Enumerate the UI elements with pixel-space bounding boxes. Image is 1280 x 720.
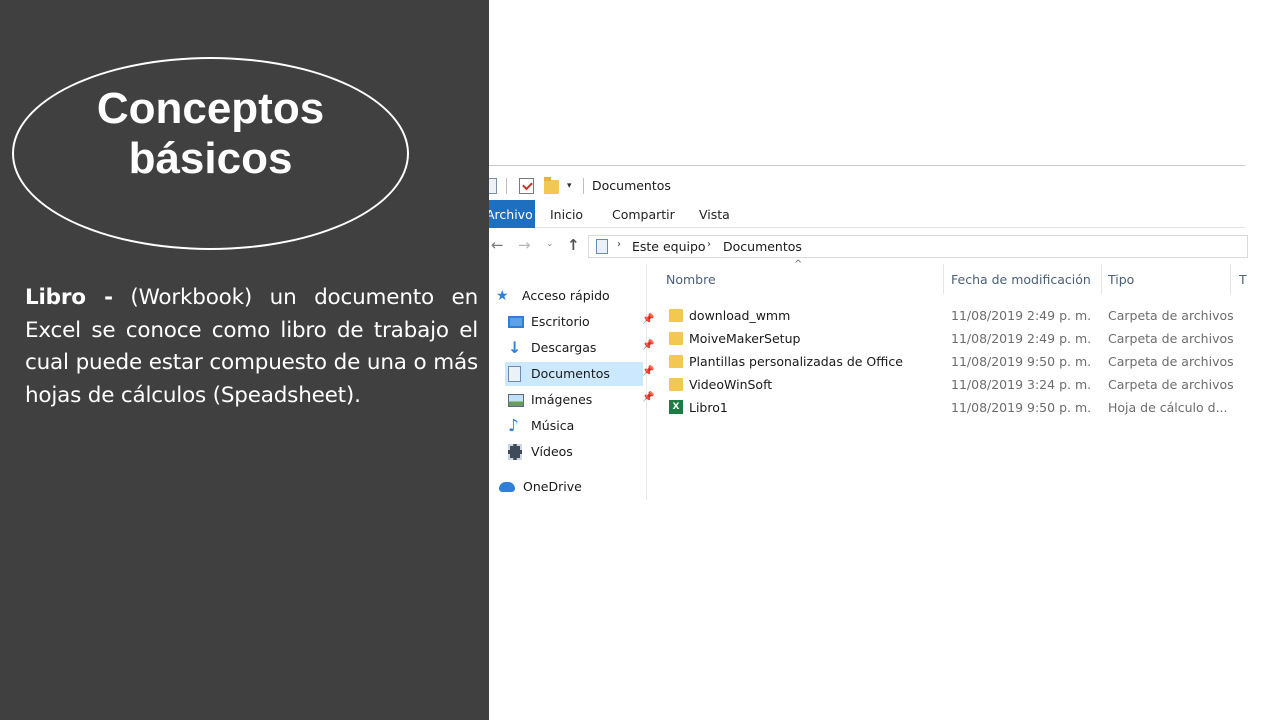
window-title: Documentos xyxy=(592,178,671,193)
file-row[interactable]: X Libro1 11/08/2019 9:50 p. m. Hoja de c… xyxy=(654,396,1254,419)
nav-item-escritorio[interactable]: Escritorio 📌 xyxy=(505,310,654,334)
file-type: Carpeta de archivos xyxy=(1108,354,1234,369)
file-name: Plantillas personalizadas de Office xyxy=(689,354,903,369)
navigation-pane: ★ Acceso rápido Escritorio 📌 ↓ Descargas… xyxy=(489,264,654,500)
music-icon: ♪ xyxy=(508,416,519,436)
tab-compartir[interactable]: Compartir xyxy=(612,207,675,222)
file-type: Hoja de cálculo d... xyxy=(1108,400,1228,415)
documents-icon xyxy=(508,366,521,382)
slide-term: Libro - xyxy=(25,285,113,310)
folder-icon xyxy=(669,309,683,322)
folder-icon xyxy=(669,332,683,345)
file-row[interactable]: VideoWinSoft 11/08/2019 3:24 p. m. Carpe… xyxy=(654,373,1254,396)
slide-body: Libro - (Workbook) un documento en Excel… xyxy=(25,282,478,412)
window-top-border xyxy=(489,165,1245,166)
slide-title: Conceptos básicos xyxy=(12,84,409,184)
new-folder-icon[interactable] xyxy=(544,177,559,194)
breadcrumb-este-equipo[interactable]: Este equipo xyxy=(632,239,706,254)
pictures-icon xyxy=(508,394,524,407)
nav-item-label: Vídeos xyxy=(531,444,573,459)
slide-panel: Conceptos básicos Libro - (Workbook) un … xyxy=(0,0,489,720)
customize-toolbar-chevron-icon[interactable]: ▾ xyxy=(567,181,572,191)
tab-vista[interactable]: Vista xyxy=(699,207,730,222)
cloud-icon xyxy=(499,482,515,492)
column-header-fecha[interactable]: Fecha de modificación xyxy=(951,272,1091,287)
back-arrow-icon[interactable]: ← xyxy=(491,236,504,254)
pin-icon: 📌 xyxy=(642,314,655,325)
file-date: 11/08/2019 2:49 p. m. xyxy=(951,308,1092,323)
documents-location-icon xyxy=(596,239,608,254)
download-icon: ↓ xyxy=(508,338,522,357)
column-headers: ^ Nombre Fecha de modificación Tipo T xyxy=(654,259,1254,294)
file-date: 11/08/2019 2:49 p. m. xyxy=(951,331,1092,346)
file-name: Libro1 xyxy=(689,400,728,415)
file-type: Carpeta de archivos xyxy=(1108,308,1234,323)
column-header-nombre[interactable]: Nombre xyxy=(666,272,716,287)
folder-icon xyxy=(669,378,683,391)
nav-item-label: Escritorio xyxy=(531,314,590,329)
nav-item-label: Imágenes xyxy=(531,392,593,407)
toolbar-divider xyxy=(506,178,507,194)
breadcrumb-documentos[interactable]: Documentos xyxy=(723,239,802,254)
file-explorer-window: ▾ Documentos Archivo Inicio Compartir Vi… xyxy=(489,160,1248,500)
properties-check-icon[interactable] xyxy=(519,178,534,194)
column-header-tipo[interactable]: Tipo xyxy=(1108,272,1134,287)
sort-ascending-icon: ^ xyxy=(794,259,803,270)
file-date: 11/08/2019 9:50 p. m. xyxy=(951,400,1092,415)
column-divider[interactable] xyxy=(943,264,944,294)
nav-item-imagenes[interactable]: Imágenes 📌 xyxy=(505,388,654,412)
file-name: download_wmm xyxy=(689,308,791,323)
nav-item-videos[interactable]: Vídeos xyxy=(505,440,645,464)
nav-item-label: OneDrive xyxy=(523,479,582,494)
nav-item-musica[interactable]: ♪ Música xyxy=(505,414,645,438)
file-row[interactable]: Plantillas personalizadas de Office 11/0… xyxy=(654,350,1254,373)
title-bar: ▾ Documentos xyxy=(489,170,1245,200)
nav-item-label: Música xyxy=(531,418,575,433)
file-date: 11/08/2019 9:50 p. m. xyxy=(951,354,1092,369)
breadcrumb-chevron-icon[interactable]: › xyxy=(707,239,711,250)
slide-title-line1: Conceptos xyxy=(96,84,325,133)
slide-title-line2: básicos xyxy=(128,134,293,183)
folder-icon xyxy=(669,355,683,368)
star-icon: ★ xyxy=(496,288,509,304)
document-icon xyxy=(489,178,497,194)
pin-icon: 📌 xyxy=(642,340,655,351)
column-header-truncated[interactable]: T xyxy=(1239,272,1247,287)
pin-icon: 📌 xyxy=(642,392,655,403)
file-date: 11/08/2019 3:24 p. m. xyxy=(951,377,1092,392)
breadcrumb-chevron-icon[interactable]: › xyxy=(617,239,621,250)
forward-arrow-icon[interactable]: → xyxy=(518,236,531,254)
nav-item-label: Documentos xyxy=(531,366,610,381)
nav-item-label: Acceso rápido xyxy=(522,288,610,303)
column-divider[interactable] xyxy=(1230,264,1231,294)
toolbar-divider xyxy=(583,178,584,194)
address-bar[interactable]: › Este equipo › Documentos xyxy=(588,235,1248,258)
file-row[interactable]: download_wmm 11/08/2019 2:49 p. m. Carpe… xyxy=(654,304,1254,327)
file-type: Carpeta de archivos xyxy=(1108,331,1234,346)
ribbon-tabs: Archivo Inicio Compartir Vista xyxy=(489,200,1245,228)
excel-file-icon: X xyxy=(669,400,683,414)
up-arrow-icon[interactable]: ↑ xyxy=(567,236,580,254)
file-name: MoiveMakerSetup xyxy=(689,331,801,346)
tab-archivo[interactable]: Archivo xyxy=(489,200,535,228)
videos-icon xyxy=(508,444,522,460)
navigation-bar: ← → ⌄ ↑ › Este equipo › Documentos xyxy=(489,232,1248,260)
tab-inicio[interactable]: Inicio xyxy=(550,207,583,222)
file-row[interactable]: MoiveMakerSetup 11/08/2019 2:49 p. m. Ca… xyxy=(654,327,1254,350)
nav-item-documentos[interactable]: Documentos 📌 xyxy=(505,362,654,386)
nav-item-descargas[interactable]: ↓ Descargas 📌 xyxy=(505,336,654,360)
file-list: ^ Nombre Fecha de modificación Tipo T do… xyxy=(654,259,1254,500)
desktop-icon xyxy=(508,316,524,328)
file-type: Carpeta de archivos xyxy=(1108,377,1234,392)
file-name: VideoWinSoft xyxy=(689,377,773,392)
nav-item-label: Descargas xyxy=(531,340,597,355)
column-divider[interactable] xyxy=(1101,264,1102,294)
recent-locations-chevron-icon[interactable]: ⌄ xyxy=(546,239,554,249)
pin-icon: 📌 xyxy=(642,366,655,377)
